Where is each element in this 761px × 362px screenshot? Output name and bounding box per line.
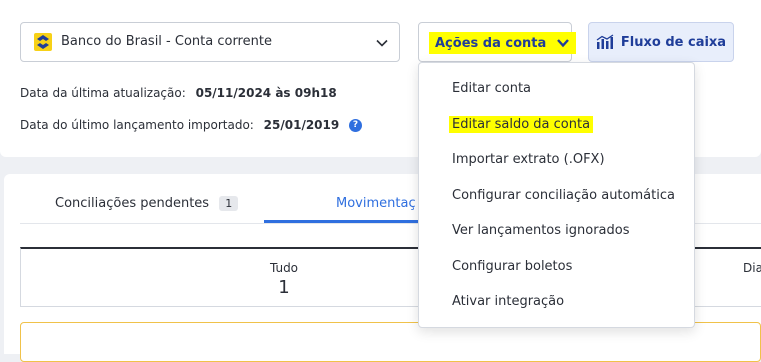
menu-item-edit-balance[interactable]: Editar saldo da conta xyxy=(449,116,594,133)
cash-flow-button[interactable]: Fluxo de caixa xyxy=(588,22,734,62)
last-import-label: Data do último lançamento importado: xyxy=(20,118,254,132)
account-actions-button[interactable]: Ações da conta xyxy=(418,22,577,62)
menu-item-ignored-entries[interactable]: Ver lançamentos ignorados xyxy=(452,222,630,239)
account-actions-label: Ações da conta xyxy=(435,35,547,51)
chevron-down-icon xyxy=(557,39,570,48)
account-actions-menu: Editar conta Editar saldo da conta Impor… xyxy=(418,62,695,328)
tab-label: Movimentaç xyxy=(336,196,416,211)
notice-panel xyxy=(20,322,761,362)
last-import-value: 25/01/2019 xyxy=(263,118,340,132)
menu-item-auto-reconciliation[interactable]: Configurar conciliação automática xyxy=(452,187,675,204)
help-icon[interactable]: ? xyxy=(349,119,363,132)
bank-logo-icon xyxy=(34,33,52,51)
summary-count: 1 xyxy=(278,277,290,298)
menu-item-activate-integration[interactable]: Ativar integração xyxy=(452,293,564,310)
count-badge: 1 xyxy=(219,196,239,211)
bar-chart-icon xyxy=(596,34,614,49)
last-update-label: Data da última atualização: xyxy=(20,86,186,100)
tab-pending-reconciliations[interactable]: Conciliações pendentes 1 xyxy=(55,196,239,223)
cash-flow-label: Fluxo de caixa xyxy=(620,34,727,50)
account-name: Banco do Brasil - Conta corrente xyxy=(61,34,272,49)
summary-label: Tudo xyxy=(269,261,299,275)
last-import-row: Data do último lançamento importado: 25/… xyxy=(20,118,363,132)
tab-label: Conciliações pendentes xyxy=(55,196,210,211)
last-update-row: Data da última atualização: 05/11/2024 à… xyxy=(20,86,337,100)
tab-transactions[interactable]: Movimentaç xyxy=(336,196,416,223)
menu-item-configure-boletos[interactable]: Configurar boletos xyxy=(452,258,572,275)
account-select[interactable]: Banco do Brasil - Conta corrente xyxy=(20,22,400,62)
summary-day-label[interactable]: Dia xyxy=(743,261,761,275)
menu-item-edit-account[interactable]: Editar conta xyxy=(452,80,531,97)
menu-item-import-statement[interactable]: Importar extrato (.OFX) xyxy=(452,151,605,168)
chevron-down-icon xyxy=(376,39,388,47)
last-update-value: 05/11/2024 às 09h18 xyxy=(195,86,337,100)
